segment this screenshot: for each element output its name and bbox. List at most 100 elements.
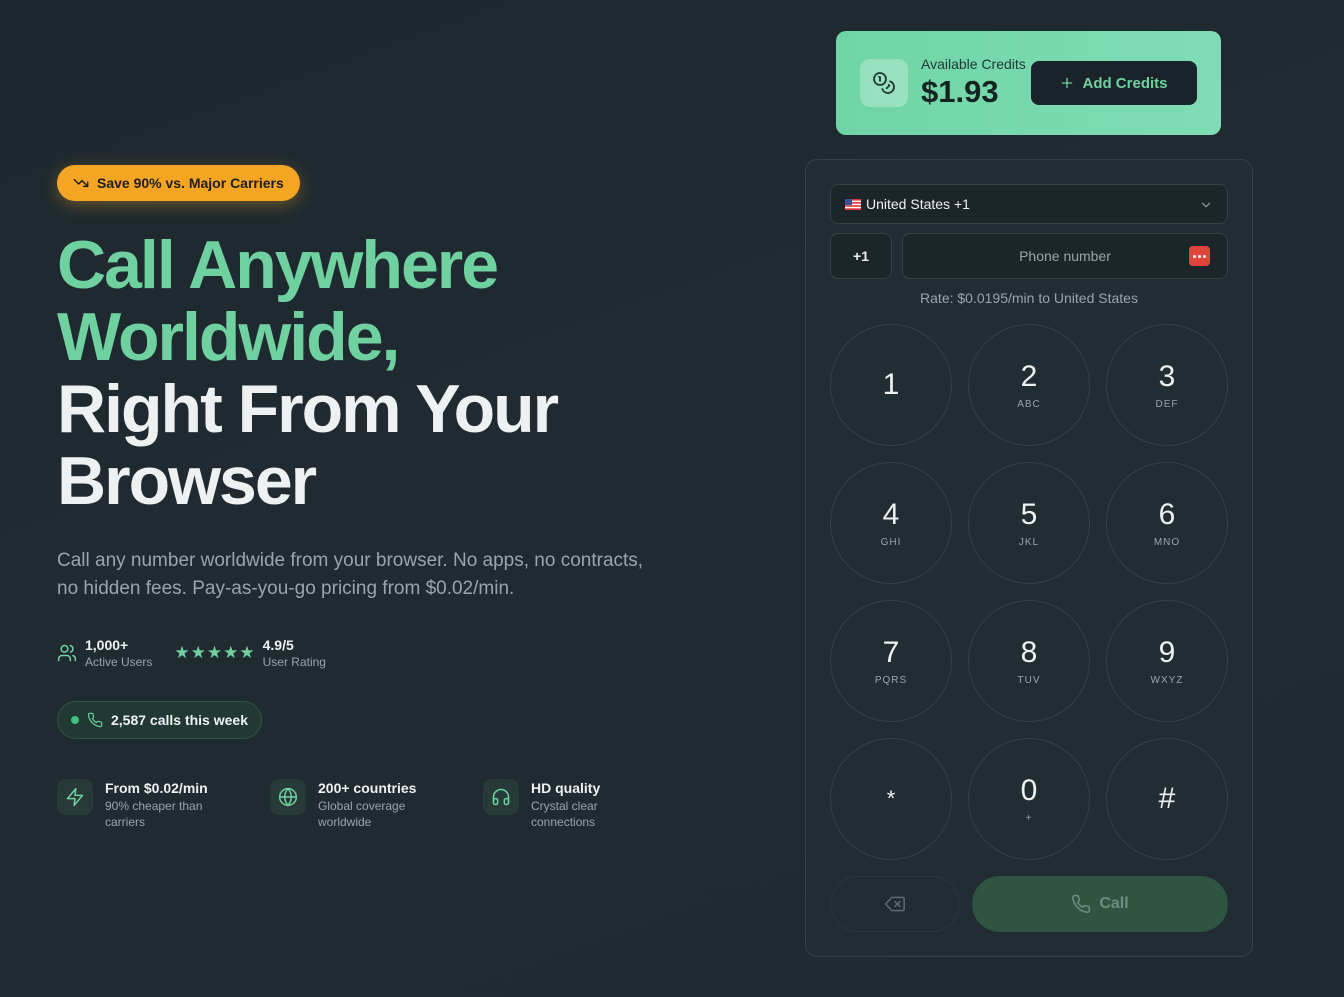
key-6[interactable]: 6 MNO [1106, 462, 1228, 584]
active-users-label: Active Users [85, 655, 153, 669]
feature-title: HD quality [531, 780, 601, 796]
key-star[interactable]: * [830, 738, 952, 860]
key-4[interactable]: 4 GHI [830, 462, 952, 584]
feature-icon-box [483, 779, 519, 815]
savings-badge: Save 90% vs. Major Carriers [57, 165, 300, 201]
feature-description: Crystal clear connections [531, 799, 598, 829]
key-digit: 3 [1158, 359, 1176, 393]
users-icon [57, 644, 77, 662]
key-1[interactable]: 1 [830, 324, 952, 446]
savings-badge-label: Save 90% vs. Major Carriers [97, 175, 284, 191]
credits-icon-box [860, 59, 908, 107]
key-digit: 7 [882, 635, 900, 669]
active-users-value: 1,000+ [85, 637, 129, 653]
star-icon: ★ [239, 643, 255, 662]
key-digit: 5 [1020, 497, 1038, 531]
key-2[interactable]: 2 ABC [968, 324, 1090, 446]
feature-title: From $0.02/min [105, 780, 208, 796]
feature-description: 90% cheaper than carriers [105, 799, 203, 829]
key-hash[interactable]: # [1106, 738, 1228, 860]
country-select[interactable]: United States +1 [830, 184, 1228, 224]
user-rating-label: User Rating [262, 655, 326, 669]
live-dot [71, 716, 79, 724]
key-letters: TUV [1017, 674, 1041, 686]
page-headline: Call Anywhere Worldwide, Right From Your… [57, 229, 697, 517]
key-0[interactable]: 0 + [968, 738, 1090, 860]
key-digit: 6 [1158, 497, 1176, 531]
credits-amount: $1.93 [921, 74, 999, 109]
add-credits-button[interactable]: Add Credits [1031, 61, 1197, 105]
key-letters: JKL [1018, 536, 1040, 548]
key-7[interactable]: 7 PQRS [830, 600, 952, 722]
user-rating-stat: ★ ★ ★ ★ ★ 4.9/5 User Rating [174, 637, 326, 669]
backspace-button[interactable] [830, 876, 960, 932]
credits-text: Available Credits $1.93 [921, 56, 1026, 110]
hero-subtitle: Call any number worldwide from your brow… [57, 550, 644, 599]
key-9[interactable]: 9 WXYZ [1106, 600, 1228, 722]
phone-icon [87, 712, 103, 728]
phone-number-input[interactable] [902, 233, 1228, 279]
key-letters: ABC [1017, 398, 1041, 410]
dialer-panel: United States +1 +1 Rate: $0.0195/min to… [805, 159, 1253, 957]
key-digit: 2 [1020, 359, 1038, 393]
star-icon: ★ [190, 643, 206, 662]
feature-icon-box [270, 779, 306, 815]
key-digit: # [1158, 782, 1176, 815]
chevron-down-icon [1201, 202, 1211, 208]
user-rating-value: 4.9/5 [262, 637, 294, 653]
credits-card: Available Credits $1.93 Add Credits [836, 31, 1221, 135]
headphones-icon [492, 788, 510, 806]
feature-description: Global coverage worldwide [318, 799, 406, 829]
star-icon: ★ [223, 643, 239, 662]
globe-icon [278, 787, 298, 807]
weekly-calls-pill: 2,587 calls this week [57, 701, 262, 739]
feature-title: 200+ countries [318, 780, 417, 796]
key-letters: WXYZ [1150, 674, 1184, 686]
feature-quality: HD quality Crystal clear connections [483, 779, 696, 830]
key-digit: 9 [1158, 635, 1176, 669]
headline-line-1: Call Anywhere [57, 227, 499, 303]
star-icon: ★ [206, 643, 223, 662]
country-code: +1 [830, 233, 892, 279]
active-users-stat: 1,000+ Active Users [57, 637, 152, 669]
key-digit: 4 [882, 497, 900, 531]
add-credits-label: Add Credits [1082, 74, 1168, 92]
key-digit: 1 [882, 368, 900, 401]
weekly-calls-label: 2,587 calls this week [111, 712, 248, 728]
hero-section: Save 90% vs. Major Carriers Call Anywher… [57, 165, 697, 830]
call-button[interactable]: Call [972, 876, 1228, 932]
headline-line-4: Browser [57, 443, 317, 519]
headline-line-3: Right From Your [57, 371, 559, 447]
call-label: Call [1099, 895, 1129, 912]
feature-pricing: From $0.02/min 90% cheaper than carriers [57, 779, 270, 830]
credits-label: Available Credits [921, 56, 1026, 72]
feature-list: From $0.02/min 90% cheaper than carriers… [57, 779, 697, 830]
key-letters: MNO [1153, 536, 1181, 548]
key-letters: PQRS [874, 674, 908, 686]
headline-line-2: Worldwide, [57, 299, 400, 375]
key-5[interactable]: 5 JKL [968, 462, 1090, 584]
rating-stars: ★ ★ ★ ★ ★ [174, 644, 254, 662]
call-rate: Rate: $0.0195/min to United States [920, 290, 1138, 306]
key-8[interactable]: 8 TUV [968, 600, 1090, 722]
password-manager-icon[interactable] [1189, 246, 1210, 266]
delete-icon [885, 896, 905, 912]
key-digit: 0 [1020, 773, 1038, 807]
coins-icon [873, 72, 895, 94]
key-digit: 8 [1020, 635, 1038, 669]
selected-country: United States +1 [866, 196, 970, 212]
star-icon: ★ [174, 643, 190, 662]
key-letters: GHI [880, 536, 902, 548]
us-flag-icon [845, 198, 861, 210]
feature-icon-box [57, 779, 93, 815]
hero-stats: 1,000+ Active Users ★ ★ ★ ★ ★ 4.9/5 User… [57, 637, 697, 669]
key-letters: DEF [1155, 398, 1179, 410]
key-digit: * [886, 786, 896, 811]
phone-icon [1072, 894, 1091, 914]
lightning-icon [66, 787, 84, 807]
key-letters: + [1025, 812, 1033, 824]
plus-icon [1062, 77, 1073, 89]
feature-coverage: 200+ countries Global coverage worldwide [270, 779, 483, 830]
key-3[interactable]: 3 DEF [1106, 324, 1228, 446]
trending-down-icon [73, 178, 89, 188]
